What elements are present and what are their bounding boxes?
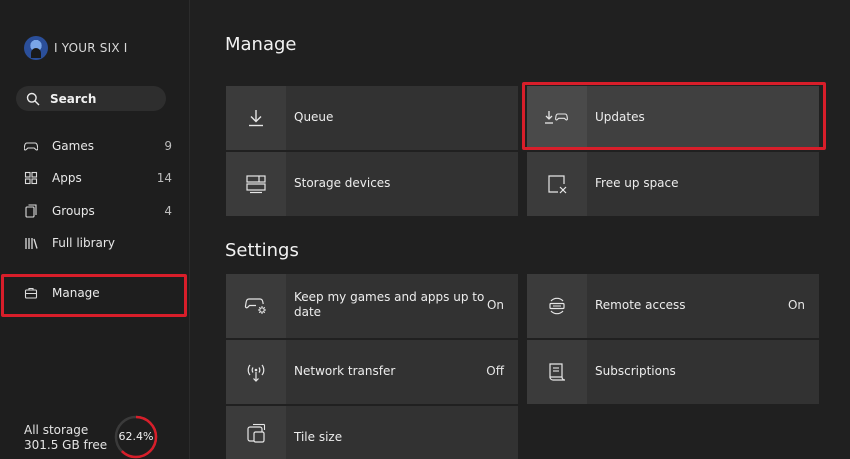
sidebar: I YOUR SIX I Search Games 9 Apps 14 Grou… [0,0,190,459]
storage-summary: All storage 301.5 GB free [24,423,107,453]
sidebar-item-apps[interactable]: Apps 14 [24,167,172,189]
sidebar-item-count: 4 [164,204,172,218]
free-up-space-tile[interactable]: Free up space [527,152,819,216]
app-window: I YOUR SIX I Search Games 9 Apps 14 Grou… [0,0,850,459]
tile-label: Subscriptions [595,364,676,378]
tile-size-icon [247,423,266,443]
manage-title: Manage [225,34,297,55]
avatar[interactable] [24,36,48,60]
remote-access-tile[interactable]: Remote access On [527,274,819,338]
tile-label: Keep my games and apps up to date [294,290,484,320]
groups-icon [25,204,37,218]
sidebar-item-count: 14 [156,171,172,185]
tile-value: Off [486,364,504,378]
storage-title: All storage [24,423,89,437]
tile-label: Tile size [294,430,343,444]
sidebar-item-games[interactable]: Games 9 [24,135,172,157]
subscriptions-tile[interactable]: Subscriptions [527,340,819,404]
sidebar-item-full-library[interactable]: Full library [24,232,172,254]
sidebar-item-manage[interactable]: Manage [24,286,100,300]
storage-icon [246,175,266,194]
tile-label-line2: date [294,305,322,319]
remote-access-icon [549,297,565,315]
network-transfer-tile[interactable]: Network transfer Off [226,340,518,404]
sidebar-item-label: Apps [52,171,82,185]
library-icon [25,238,38,249]
profile[interactable]: I YOUR SIX I [24,36,128,60]
tile-value: On [486,298,504,312]
updates-selection-highlight [522,82,826,150]
download-icon [249,110,263,127]
sidebar-item-label: Manage [52,286,100,300]
sidebar-item-label: Full library [52,236,115,250]
subscriptions-icon [549,363,566,381]
search-label: Search [50,91,97,106]
tile-label: Free up space [595,176,679,190]
storage-devices-tile[interactable]: Storage devices [226,152,518,216]
controller-icon [24,142,38,151]
sidebar-item-count: 9 [164,139,172,153]
tile-value: On [787,298,805,312]
storage-percent: 62.4% [118,430,154,443]
search-icon [26,92,40,105]
network-transfer-icon [247,364,265,382]
tile-label: Remote access [595,298,686,312]
storage-free: 301.5 GB free [24,438,108,452]
sidebar-item-groups[interactable]: Groups 4 [24,200,172,222]
apps-grid-icon [24,171,38,185]
queue-tile[interactable]: Queue [226,86,518,150]
tile-label: Storage devices [294,176,391,190]
auto-update-tile[interactable]: Keep my games and apps up to date On [226,274,518,338]
free-space-icon [548,175,567,194]
sidebar-item-label: Groups [52,204,95,218]
gamertag: I YOUR SIX I [54,41,128,55]
briefcase-icon [24,287,38,299]
tile-label: Network transfer [294,364,396,378]
tile-size-tile[interactable]: Tile size [226,406,518,459]
search-button[interactable]: Search [16,86,166,111]
tile-label-line1: Keep my games and apps up to [294,290,485,304]
tile-label: Queue [294,110,334,124]
settings-title: Settings [225,240,299,261]
controller-gear-icon [244,298,266,314]
sidebar-item-label: Games [52,139,94,153]
